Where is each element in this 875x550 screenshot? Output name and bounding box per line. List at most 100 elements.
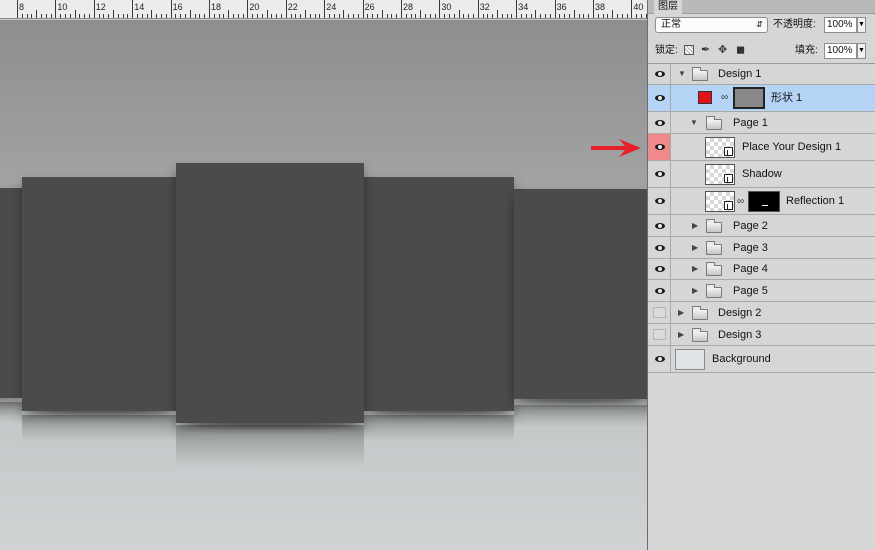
ruler-minor-tick <box>98 14 100 18</box>
ruler-minor-tick <box>463 14 465 18</box>
visibility-toggle[interactable] <box>648 324 671 345</box>
ruler-label: 18 <box>211 2 222 12</box>
document-canvas[interactable] <box>0 20 647 550</box>
ruler-minor-tick <box>309 14 311 18</box>
layer-row-reflection-1[interactable]: ∞ Reflection 1 <box>648 188 875 215</box>
collapse-triangle-icon[interactable]: ▶ <box>678 308 684 318</box>
group-folder-icon <box>692 67 708 81</box>
layer-options-bar: 正常 ⇵ 不透明度: 100% ▼ 锁定: ✒ ✥ ◼ 填充: 100% ▼ <box>648 14 875 64</box>
ruler-minor-tick <box>521 14 522 18</box>
visibility-toggle[interactable] <box>648 134 671 160</box>
fill-input[interactable]: 100% <box>824 43 857 59</box>
ruler-minor-tick <box>569 14 570 18</box>
visibility-toggle[interactable] <box>648 346 671 372</box>
lock-all-icon[interactable]: ◼ <box>736 44 745 56</box>
shape-color-swatch[interactable] <box>698 91 712 104</box>
opacity-input[interactable]: 100% <box>824 17 857 33</box>
ruler-minor-tick <box>353 14 354 18</box>
ruler-major-tick <box>93 0 95 18</box>
smart-object-thumbnail[interactable] <box>705 191 735 212</box>
eye-icon <box>655 120 665 126</box>
layer-row-background[interactable]: Background <box>648 346 875 373</box>
layer-row-page-1[interactable]: ▼ Page 1 <box>648 112 875 134</box>
blend-mode-select[interactable]: 正常 ⇵ <box>655 17 768 33</box>
eye-icon <box>655 144 665 150</box>
smart-object-thumbnail[interactable] <box>705 137 735 158</box>
tab-layers[interactable]: 图层 <box>654 0 682 14</box>
ruler-minor-tick <box>636 14 638 18</box>
ruler-minor-tick <box>31 14 33 18</box>
ruler-minor-tick <box>415 14 417 18</box>
ruler-major-tick <box>593 0 594 18</box>
collapse-triangle-icon[interactable]: ▶ <box>692 264 698 274</box>
ruler-minor-tick <box>185 14 186 18</box>
ruler-minor-tick <box>381 10 383 18</box>
ruler-minor-tick <box>573 10 575 18</box>
ruler-minor-tick <box>165 14 167 18</box>
fill-dropdown-icon[interactable]: ▼ <box>857 43 866 59</box>
eye-icon <box>655 171 665 177</box>
group-folder-icon <box>706 284 722 298</box>
layer-row-shadow[interactable]: Shadow <box>648 161 875 188</box>
layer-row-design-2[interactable]: ▶ Design 2 <box>648 302 875 324</box>
eye-icon <box>655 245 665 251</box>
visibility-toggle[interactable] <box>648 259 671 279</box>
reflection-page-right <box>364 415 514 441</box>
expand-triangle-icon[interactable]: ▼ <box>690 118 698 128</box>
page-far-left <box>0 188 22 398</box>
vector-mask-thumbnail[interactable] <box>733 87 765 109</box>
smart-object-thumbnail[interactable] <box>705 164 735 185</box>
layer-row-shape-1[interactable]: ∞ 形状 1 <box>648 85 875 112</box>
ruler-minor-tick <box>314 14 316 18</box>
layer-row-design-3[interactable]: ▶ Design 3 <box>648 324 875 346</box>
ruler-minor-tick <box>84 14 86 18</box>
layer-name: Page 3 <box>733 242 768 254</box>
visibility-toggle[interactable] <box>648 112 671 133</box>
layer-row-page-4[interactable]: ▶ Page 4 <box>648 259 875 280</box>
ruler-minor-tick <box>127 14 129 18</box>
visibility-toggle[interactable] <box>648 237 671 258</box>
expand-triangle-icon[interactable]: ▼ <box>678 69 686 79</box>
collapse-triangle-icon[interactable]: ▶ <box>692 221 698 231</box>
ruler-minor-tick <box>621 14 623 18</box>
visibility-toggle[interactable] <box>648 280 671 301</box>
visibility-toggle[interactable] <box>648 302 671 323</box>
ruler-minor-tick <box>281 14 282 18</box>
visibility-toggle[interactable] <box>648 215 671 236</box>
collapse-triangle-icon[interactable]: ▶ <box>692 286 698 296</box>
visibility-toggle[interactable] <box>648 64 671 84</box>
visibility-toggle[interactable] <box>648 85 671 111</box>
ruler-minor-tick <box>549 14 551 18</box>
ruler-minor-tick <box>199 14 201 18</box>
ruler-major-tick <box>285 0 287 18</box>
reflection-page-far-right <box>514 405 647 427</box>
layer-row-page-2[interactable]: ▶ Page 2 <box>648 215 875 237</box>
layer-list: ▼ Design 1 ∞ 形状 1 ▼ Page 1 Place Your De… <box>648 64 875 373</box>
background-thumbnail[interactable] <box>675 349 705 370</box>
ruler-minor-tick <box>434 14 436 18</box>
lock-transparent-icon[interactable] <box>684 45 694 55</box>
ruler-minor-tick <box>617 14 618 18</box>
layer-mask-thumbnail[interactable] <box>748 191 780 212</box>
layer-row-page-3[interactable]: ▶ Page 3 <box>648 237 875 259</box>
ruler-label: 34 <box>518 2 529 12</box>
ruler-minor-tick <box>36 10 38 18</box>
ruler-minor-tick <box>511 14 513 18</box>
collapse-triangle-icon[interactable]: ▶ <box>692 243 698 253</box>
layer-name: Page 5 <box>733 285 768 297</box>
opacity-dropdown-icon[interactable]: ▼ <box>857 17 866 33</box>
reflection-page-center <box>176 425 364 467</box>
lock-paint-brush-icon[interactable]: ✒ <box>701 44 710 56</box>
eye-icon <box>655 288 665 294</box>
link-chain-icon[interactable]: ∞ <box>737 196 744 208</box>
lock-position-move-icon[interactable]: ✥ <box>718 44 727 56</box>
layer-row-design-1[interactable]: ▼ Design 1 <box>648 64 875 85</box>
ruler-major-tick <box>209 0 210 18</box>
visibility-toggle[interactable] <box>648 188 671 214</box>
link-chain-icon[interactable]: ∞ <box>721 92 728 104</box>
visibility-toggle[interactable] <box>648 161 671 187</box>
layer-row-place-your-design-1[interactable]: Place Your Design 1 <box>648 134 875 161</box>
collapse-triangle-icon[interactable]: ▶ <box>678 330 684 340</box>
ruler-minor-tick <box>50 14 52 18</box>
layer-row-page-5[interactable]: ▶ Page 5 <box>648 280 875 302</box>
